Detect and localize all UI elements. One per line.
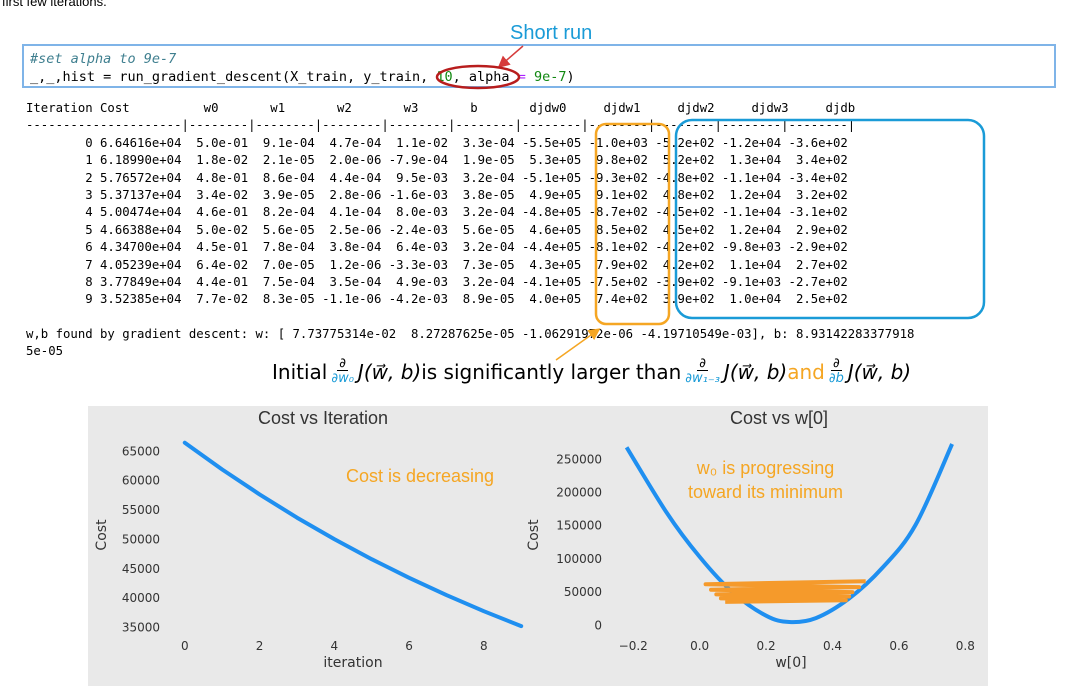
x-tick-label: −0.2 (619, 639, 648, 653)
cost-function-j: J(w⃗, b) (357, 359, 422, 384)
short-run-arrow (497, 45, 524, 68)
gradient-comparison-note: Initial ∂ ∂w₀ J(w⃗, b) is significantly … (272, 357, 911, 386)
y-tick-label: 150000 (556, 519, 602, 533)
y-tick-label: 40000 (122, 591, 160, 605)
iterations-highlight-ellipse (435, 64, 521, 90)
right-chart-title: Cost vs w[0] (730, 408, 829, 428)
cost-function-j: J(w⃗, b) (723, 359, 788, 384)
partial-b-fraction: ∂ ∂b (827, 357, 846, 386)
charts-panel: Cost vs Iteration Cost vs w[0] 35000 4000… (88, 406, 988, 686)
x-tick-label: 0.2 (757, 639, 776, 653)
x-tick-label: 0.4 (823, 639, 842, 653)
partial-w13-denominator: ∂w₁₋₃ (685, 371, 720, 386)
partial-w0-fraction: ∂ ∂w₀ (329, 357, 356, 386)
x-tick-label: 2 (256, 639, 264, 653)
djdw0-arrow (555, 328, 601, 361)
y-axis-label: Cost (526, 519, 542, 551)
y-tick-label: 0 (594, 618, 602, 632)
math-initial: Initial (272, 359, 328, 384)
x-tick-label: 6 (405, 639, 413, 653)
cost-decreasing-annotation: Cost is decreasing (346, 466, 495, 486)
y-tick-label: 50000 (564, 585, 602, 599)
y-tick-label: 60000 (122, 474, 160, 488)
cost-function-j: J(w⃗, b) (847, 359, 912, 384)
djdw13-djdb-highlight-box (674, 118, 986, 320)
w0-progress-line2: toward its minimum (688, 482, 844, 502)
y-tick-label: 45000 (122, 562, 160, 576)
y-tick-label: 200000 (556, 485, 602, 499)
x-tick-label: 4 (330, 639, 338, 653)
math-middle: is significantly larger than (421, 359, 682, 384)
x-tick-label: 8 (480, 639, 488, 653)
y-tick-label: 55000 (122, 503, 160, 517)
y-tick-label: 50000 (122, 532, 160, 546)
x-tick-label: 0.0 (690, 639, 709, 653)
partial-symbol: ∂ (337, 356, 348, 371)
y-tick-label: 65000 (122, 444, 160, 458)
left-chart-title: Cost vs Iteration (258, 408, 389, 428)
x-axis-label: iteration (323, 655, 382, 671)
partial-symbol: ∂ (697, 356, 708, 371)
w0-progress-annotation: w₀ is progressing toward its minimum (688, 456, 843, 504)
x-tick-label: 0.8 (956, 639, 975, 653)
partial-w0-denominator: ∂w₀ (331, 371, 354, 386)
descent-steps-line (703, 579, 866, 604)
y-tick-label: 35000 (122, 621, 160, 635)
partial-b-denominator: ∂b (828, 371, 844, 386)
x-tick-label: 0 (181, 639, 189, 653)
w0-progress-line1: w₀ is progressing (696, 458, 835, 478)
x-axis-label: w[0] (775, 655, 806, 671)
djdw0-highlight-box (594, 122, 671, 326)
annotation-overlay (435, 45, 986, 361)
partial-w13-fraction: ∂ ∂w₁₋₃ (683, 357, 722, 386)
y-tick-label: 250000 (556, 452, 602, 466)
y-tick-label: 100000 (556, 552, 602, 566)
y-axis-label: Cost (94, 519, 110, 551)
charts-svg: 35000 40000 45000 50000 55000 60000 65000 0 2 4 6 8… (94, 440, 975, 671)
x-tick-label: 0.6 (889, 639, 908, 653)
partial-symbol: ∂ (830, 356, 842, 371)
math-and: and (787, 359, 825, 384)
